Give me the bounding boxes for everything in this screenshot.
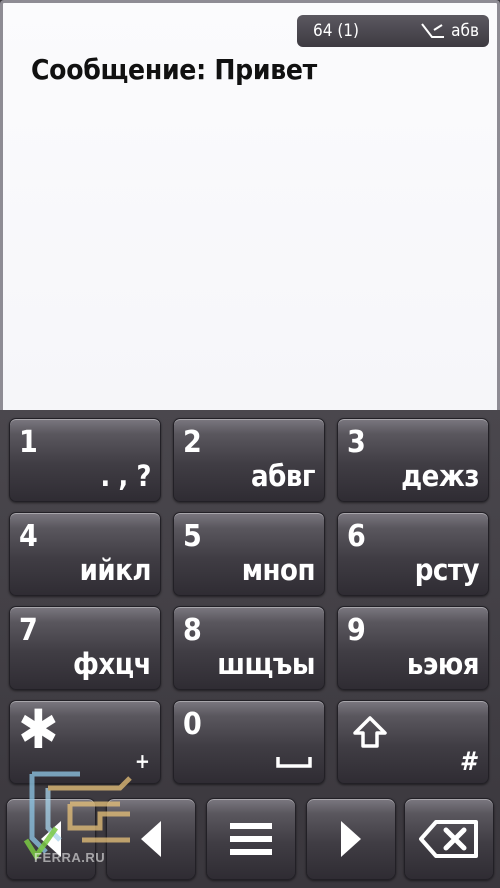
message-content: Привет [214, 53, 317, 86]
input-mode-indicator: абв [420, 21, 479, 41]
hash-symbol: # [459, 747, 476, 777]
right-arrow-icon [341, 821, 361, 857]
key-digit: 0 [183, 707, 202, 742]
key-8[interactable]: 8 шщъы [173, 606, 325, 690]
key-5[interactable]: 5 мноп [173, 512, 325, 596]
shift-arrow-icon [352, 715, 388, 753]
nav-cursor-left-button[interactable] [106, 798, 196, 880]
left-arrow-icon [141, 821, 161, 857]
key-7[interactable]: 7 фхцч [9, 606, 161, 690]
key-letters: . , ? [100, 459, 151, 493]
key-digit: 7 [19, 613, 38, 648]
key-letters: шщъы [217, 647, 315, 681]
keypad: 1 . , ? 2 абвг 3 дежз 4 ийкл 5 мноп 6 рс… [0, 410, 500, 888]
key-letters: ийкл [79, 553, 152, 587]
status-bar: 64 (1) абв [297, 15, 489, 47]
key-3[interactable]: 3 дежз [337, 418, 489, 502]
menu-icon [230, 823, 272, 855]
key-2[interactable]: 2 абвг [173, 418, 325, 502]
key-0[interactable]: 0 [173, 700, 325, 784]
space-bar-icon [276, 754, 312, 773]
key-1[interactable]: 1 . , ? [9, 418, 161, 502]
nav-menu-button[interactable] [206, 798, 296, 880]
plus-symbol: + [134, 749, 150, 773]
predictive-input-icon [421, 23, 445, 38]
key-shift-hash[interactable]: # [337, 700, 489, 784]
char-counter: 64 (1) [313, 21, 359, 41]
input-mode-label: абв [451, 21, 479, 41]
key-6[interactable]: 6 рсту [337, 512, 489, 596]
key-letters: абвг [251, 459, 315, 493]
key-digit: 9 [347, 613, 366, 648]
message-text[interactable]: Сообщение: Привет [31, 53, 317, 86]
key-9[interactable]: 9 ьэюя [337, 606, 489, 690]
watermark-text: FERRA.RU [34, 850, 106, 865]
key-digit: 3 [347, 425, 366, 460]
key-4[interactable]: 4 ийкл [9, 512, 161, 596]
message-label: Сообщение: [31, 53, 206, 86]
key-star[interactable]: ✱ + [9, 700, 161, 784]
key-digit: 2 [183, 425, 202, 460]
key-digit: 5 [183, 519, 202, 554]
key-letters: рсту [414, 553, 480, 587]
key-letters: мноп [241, 553, 316, 587]
key-digit: 6 [347, 519, 366, 554]
key-letters: дежз [401, 459, 479, 493]
key-digit: 4 [19, 519, 38, 554]
nav-cursor-right-button[interactable] [306, 798, 396, 880]
asterisk-icon: ✱ [18, 698, 59, 761]
backspace-icon [419, 820, 478, 858]
key-letters: ьэюя [406, 647, 480, 681]
key-letters: фхцч [73, 647, 151, 681]
key-digit: 8 [183, 613, 202, 648]
message-editor[interactable]: 64 (1) абв Сообщение: Привет [0, 0, 500, 410]
key-digit: 1 [19, 425, 38, 460]
nav-backspace-button[interactable] [404, 798, 494, 880]
nav-back-button[interactable] [6, 798, 96, 880]
